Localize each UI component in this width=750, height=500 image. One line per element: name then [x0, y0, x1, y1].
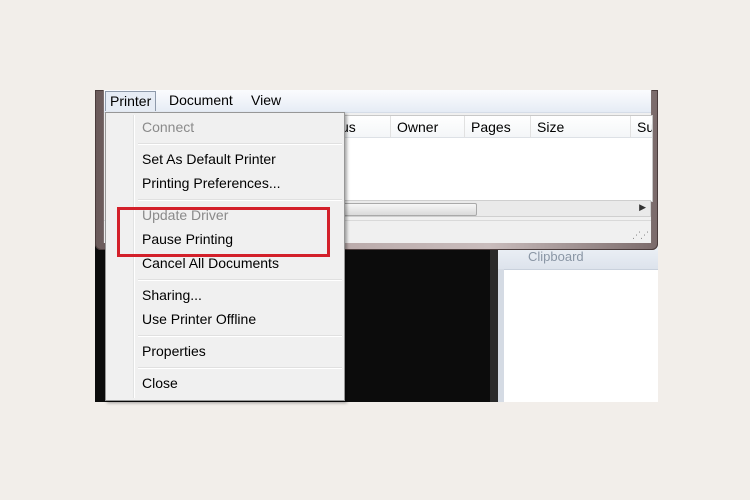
ribbon-strip [498, 269, 504, 402]
ribbon-panel: Clipboard [498, 242, 658, 402]
menu-item-properties[interactable]: Properties [142, 340, 206, 362]
menu-bar: Printer Document View [104, 90, 651, 113]
menu-item-printing-preferences[interactable]: Printing Preferences... [142, 172, 281, 194]
horizontal-scrollbar[interactable]: ▶ [334, 200, 651, 217]
column-pages[interactable]: Pages [465, 116, 531, 138]
menu-item-close[interactable]: Close [142, 372, 178, 394]
triangle-right-icon[interactable]: ▶ [639, 202, 646, 213]
menu-separator [138, 279, 342, 281]
menu-separator [138, 199, 342, 201]
menu-item-connect: Connect [142, 119, 195, 135]
column-owner[interactable]: Owner [391, 116, 465, 138]
menu-item-set-default-printer[interactable]: Set As Default Printer [142, 148, 276, 170]
menu-separator [138, 335, 342, 337]
red-highlight-box [117, 207, 330, 257]
menu-view[interactable]: View [247, 91, 285, 110]
menu-printer[interactable]: Printer [105, 91, 157, 111]
menu-separator [138, 143, 342, 145]
scrollbar-thumb[interactable] [335, 203, 477, 216]
column-submitted[interactable]: Su [631, 116, 652, 138]
resize-grip-icon[interactable]: ⋰⋰ [632, 230, 649, 241]
menu-item-sharing[interactable]: Sharing... [142, 284, 202, 306]
ribbon-group-label: Clipboard [528, 249, 584, 264]
document-list[interactable]: us Owner Pages Size Su [334, 115, 653, 202]
menu-document[interactable]: Document [165, 91, 237, 110]
column-size[interactable]: Size [531, 116, 631, 138]
window-edge [490, 240, 498, 402]
menu-item-use-printer-offline[interactable]: Use Printer Offline [142, 308, 256, 330]
menu-separator [138, 367, 342, 369]
